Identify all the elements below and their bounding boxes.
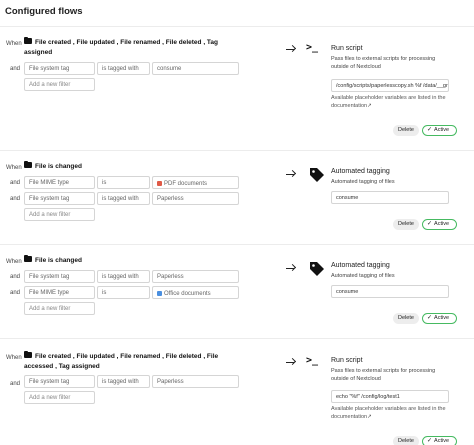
office-document-icon (157, 290, 162, 296)
pdf-icon (157, 180, 162, 186)
when-label: When (6, 165, 22, 171)
when-label: When (6, 259, 22, 265)
arrow-right-icon (286, 170, 296, 178)
add-filter-input[interactable]: Add a new filter (24, 302, 95, 315)
add-filter-input[interactable]: Add a new filter (24, 78, 95, 91)
filter-operator-select[interactable]: is tagged with (97, 270, 150, 283)
folder-icon (24, 160, 32, 168)
filter-operator-select[interactable]: is (97, 176, 150, 189)
trigger-events[interactable]: File is changed (24, 254, 234, 266)
active-toggle-button[interactable]: ✓ Active (422, 436, 457, 445)
add-filter-input[interactable]: Add a new filter (24, 208, 95, 221)
page-title: Configured flows (5, 6, 83, 17)
trigger-events[interactable]: File is changed (24, 160, 234, 172)
filter-field-select[interactable]: File system tag (24, 375, 95, 388)
check-icon: ✓ (427, 315, 433, 321)
tag-input[interactable]: consume (331, 285, 449, 298)
delete-button[interactable]: Delete (393, 436, 419, 445)
trigger-events[interactable]: File created , File updated , File renam… (24, 36, 234, 58)
folder-icon (24, 254, 32, 262)
filter-value-input[interactable]: consume (152, 62, 239, 75)
active-toggle-button[interactable]: ✓ Active (422, 125, 457, 136)
check-icon: ✓ (427, 221, 433, 227)
operation-description: Pass files to external scripts for proce… (331, 368, 436, 382)
when-label: When (6, 41, 22, 47)
folder-icon (24, 36, 32, 44)
delete-button[interactable]: Delete (393, 125, 419, 136)
tag-icon (310, 262, 324, 276)
operation-description: Automated tagging of files (331, 179, 395, 185)
active-toggle-button[interactable]: ✓ Active (422, 219, 457, 230)
delete-button[interactable]: Delete (393, 313, 419, 324)
divider (0, 338, 474, 339)
tag-icon (310, 168, 324, 182)
placeholder-hint[interactable]: Available placeholder variables are list… (331, 405, 453, 421)
and-label: and (10, 290, 21, 296)
filter-field-select[interactable]: File system tag (24, 192, 95, 205)
filter-value-select[interactable]: Office documents (152, 286, 239, 299)
and-label: and (10, 274, 21, 280)
arrow-right-icon (286, 45, 296, 53)
filter-operator-select[interactable]: is tagged with (97, 192, 150, 205)
delete-button[interactable]: Delete (393, 219, 419, 230)
divider (0, 244, 474, 245)
operation-name: Automated tagging (331, 262, 390, 269)
folder-icon (24, 350, 32, 358)
filter-field-select[interactable]: File MIME type (24, 286, 95, 299)
operation-name: Run script (331, 357, 363, 364)
trigger-events[interactable]: File created , File updated , File renam… (24, 350, 234, 372)
operation-name: Automated tagging (331, 168, 390, 175)
terminal-icon: >_ (306, 42, 319, 53)
and-label: and (10, 66, 21, 72)
script-input[interactable]: echo "%f" /config/log/test1 (331, 390, 449, 403)
filter-value-input[interactable]: Paperless (152, 270, 239, 283)
check-icon: ✓ (427, 438, 433, 444)
filter-operator-select[interactable]: is tagged with (97, 62, 150, 75)
filter-value-input[interactable]: Paperless (152, 192, 239, 205)
filter-value-select[interactable]: PDF documents (152, 176, 239, 189)
operation-name: Run script (331, 45, 363, 52)
active-toggle-button[interactable]: ✓ Active (422, 313, 457, 324)
script-input[interactable]: /config/scripts/paperlesscopy.sh %f /dat… (331, 79, 449, 92)
and-label: and (10, 381, 21, 387)
filter-value-input[interactable]: Paperless (152, 375, 239, 388)
filter-field-select[interactable]: File system tag (24, 270, 95, 283)
divider (0, 26, 474, 27)
tag-input[interactable]: consume (331, 191, 449, 204)
and-label: and (10, 180, 21, 186)
terminal-icon: >_ (306, 355, 319, 366)
divider (0, 150, 474, 151)
arrow-right-icon (286, 264, 296, 272)
filter-field-select[interactable]: File system tag (24, 62, 95, 75)
operation-description: Automated tagging of files (331, 273, 395, 279)
filter-field-select[interactable]: File MIME type (24, 176, 95, 189)
add-filter-input[interactable]: Add a new filter (24, 391, 95, 404)
and-label: and (10, 196, 21, 202)
filter-operator-select[interactable]: is (97, 286, 150, 299)
when-label: When (6, 355, 22, 361)
check-icon: ✓ (427, 127, 433, 133)
filter-operator-select[interactable]: is tagged with (97, 375, 150, 388)
operation-description: Pass files to external scripts for proce… (331, 56, 436, 70)
placeholder-hint[interactable]: Available placeholder variables are list… (331, 94, 453, 110)
arrow-right-icon (286, 358, 296, 366)
